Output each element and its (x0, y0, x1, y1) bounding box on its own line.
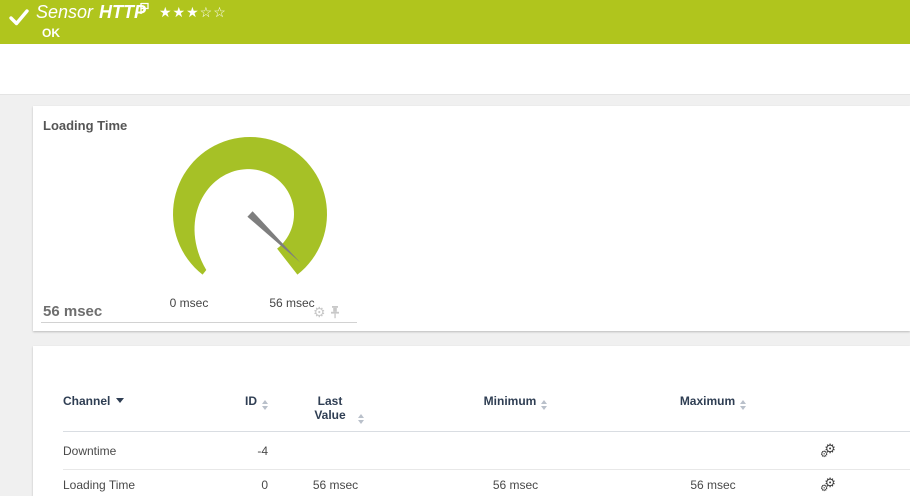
priority-stars[interactable]: ★★★☆☆ (159, 4, 227, 21)
column-header-id[interactable]: ID (203, 382, 268, 432)
sensor-type-label: Sensor (36, 2, 93, 22)
channel-minimum: 56 msec (403, 470, 628, 496)
channel-last-value (268, 432, 403, 470)
priority-flag-icon[interactable] (139, 2, 150, 20)
sensor-status-text: OK (42, 26, 60, 40)
column-header-channel[interactable]: Channel (63, 382, 203, 432)
table-row-loading-time: Loading Time 0 56 msec 56 msec 56 msec ⚙… (63, 470, 910, 496)
sensor-title: SensorHTTP (36, 2, 146, 23)
channels-table: Channel ID Last Value Minimum Maximum (63, 382, 910, 496)
sort-caret-icon (116, 398, 124, 403)
gauge-card: Loading Time 0 msec 56 msec 56 msec ⚙ (33, 106, 910, 331)
gauge-settings-gear-icon[interactable]: ⚙ (313, 305, 326, 319)
channel-name: Downtime (63, 432, 203, 470)
sort-arrows-icon (541, 400, 547, 410)
status-ok-check-icon (8, 7, 30, 32)
gauge-min-label: 0 msec (149, 296, 229, 310)
channel-maximum: 56 msec (628, 470, 798, 496)
channel-id: 0 (203, 470, 268, 496)
channel-settings-gears-icon[interactable]: ⚙⚙ (820, 442, 836, 459)
column-header-maximum[interactable]: Maximum (628, 382, 798, 432)
sensor-header: SensorHTTP ★★★☆☆ OK (0, 0, 910, 44)
column-header-minimum[interactable]: Minimum (403, 382, 628, 432)
table-row-downtime: Downtime -4 ⚙⚙ (63, 432, 910, 470)
channel-name: Loading Time (63, 470, 203, 496)
loading-time-gauge (140, 108, 360, 300)
channel-minimum (403, 432, 628, 470)
sort-arrows-icon (262, 400, 268, 410)
channels-card: Channel ID Last Value Minimum Maximum (33, 346, 910, 496)
page-content: Loading Time 0 msec 56 msec 56 msec ⚙ (0, 95, 910, 496)
gauge-title: Loading Time (43, 118, 127, 133)
table-header-row: Channel ID Last Value Minimum Maximum (63, 382, 910, 432)
gauge-footer-divider (41, 322, 357, 323)
sort-arrows-icon (358, 414, 364, 424)
gauge-current-value: 56 msec (43, 303, 102, 320)
gauge-arc (173, 137, 327, 275)
sort-arrows-icon (740, 400, 746, 410)
channel-last-value: 56 msec (268, 470, 403, 496)
channel-id: -4 (203, 432, 268, 470)
channel-maximum (628, 432, 798, 470)
column-header-last-value[interactable]: Last Value (268, 382, 403, 432)
tab-bar: Overview Live Data 2 days 30 days 365 da… (0, 44, 910, 95)
channel-settings-gears-icon[interactable]: ⚙⚙ (820, 476, 836, 493)
